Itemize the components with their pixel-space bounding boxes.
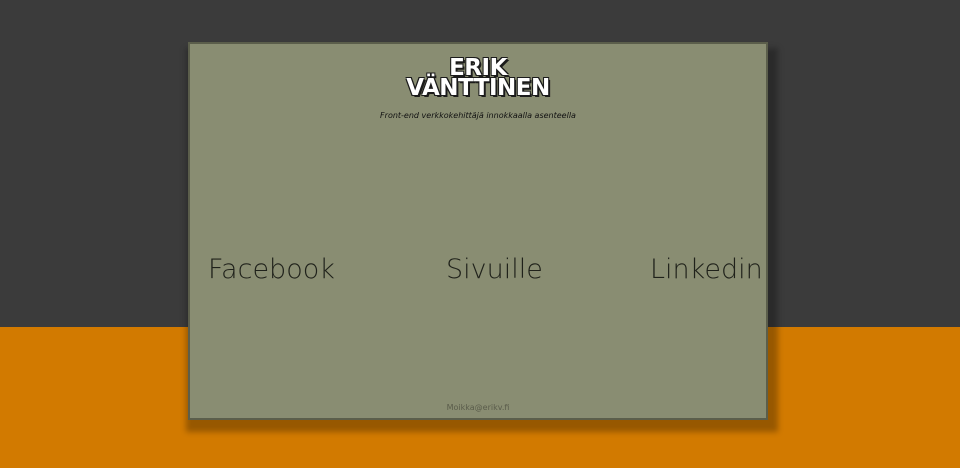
email-link[interactable]: Moikka@erikv.fi	[190, 403, 766, 412]
logo-line-2: VÄNTTINEN	[406, 75, 550, 101]
site-logo[interactable]: ERIK VÄNTTINEN	[190, 57, 766, 101]
linkedin-link[interactable]: Linkedin	[650, 254, 763, 285]
sivuille-link[interactable]: Sivuille	[446, 254, 543, 285]
main-card: ERIK VÄNTTINEN Front-end verkkokehittäjä…	[188, 42, 768, 420]
tagline: Front-end verkkokehittäjä innokkaalla as…	[380, 111, 576, 120]
facebook-link[interactable]: Facebook	[208, 254, 335, 285]
